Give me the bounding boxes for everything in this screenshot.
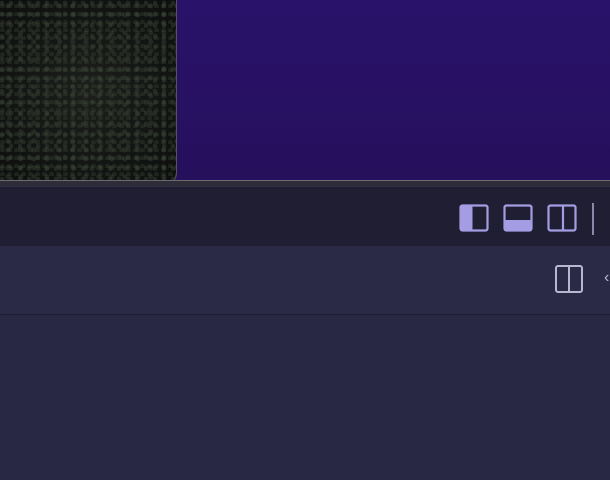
panel-bottom-icon xyxy=(503,204,533,232)
split-view-icon xyxy=(555,265,583,293)
sidebar-right-icon xyxy=(547,204,577,232)
wallpaper-background xyxy=(176,0,610,180)
split-editor-button[interactable] xyxy=(554,264,584,294)
chevron-left-icon[interactable]: ‹ xyxy=(604,270,609,286)
sidebar-left-icon xyxy=(459,204,489,232)
layout-toolbar xyxy=(0,186,610,246)
toolbar-divider xyxy=(592,203,594,235)
image-thumbnail[interactable] xyxy=(0,0,177,185)
panel-header: ‹ xyxy=(0,246,610,315)
preview-area xyxy=(0,0,610,186)
toggle-left-sidebar-button[interactable] xyxy=(459,203,489,233)
toggle-bottom-panel-button[interactable] xyxy=(503,203,533,233)
toggle-right-sidebar-button[interactable] xyxy=(547,203,577,233)
panel-content xyxy=(0,315,610,480)
app-window: ‹ xyxy=(0,0,610,480)
